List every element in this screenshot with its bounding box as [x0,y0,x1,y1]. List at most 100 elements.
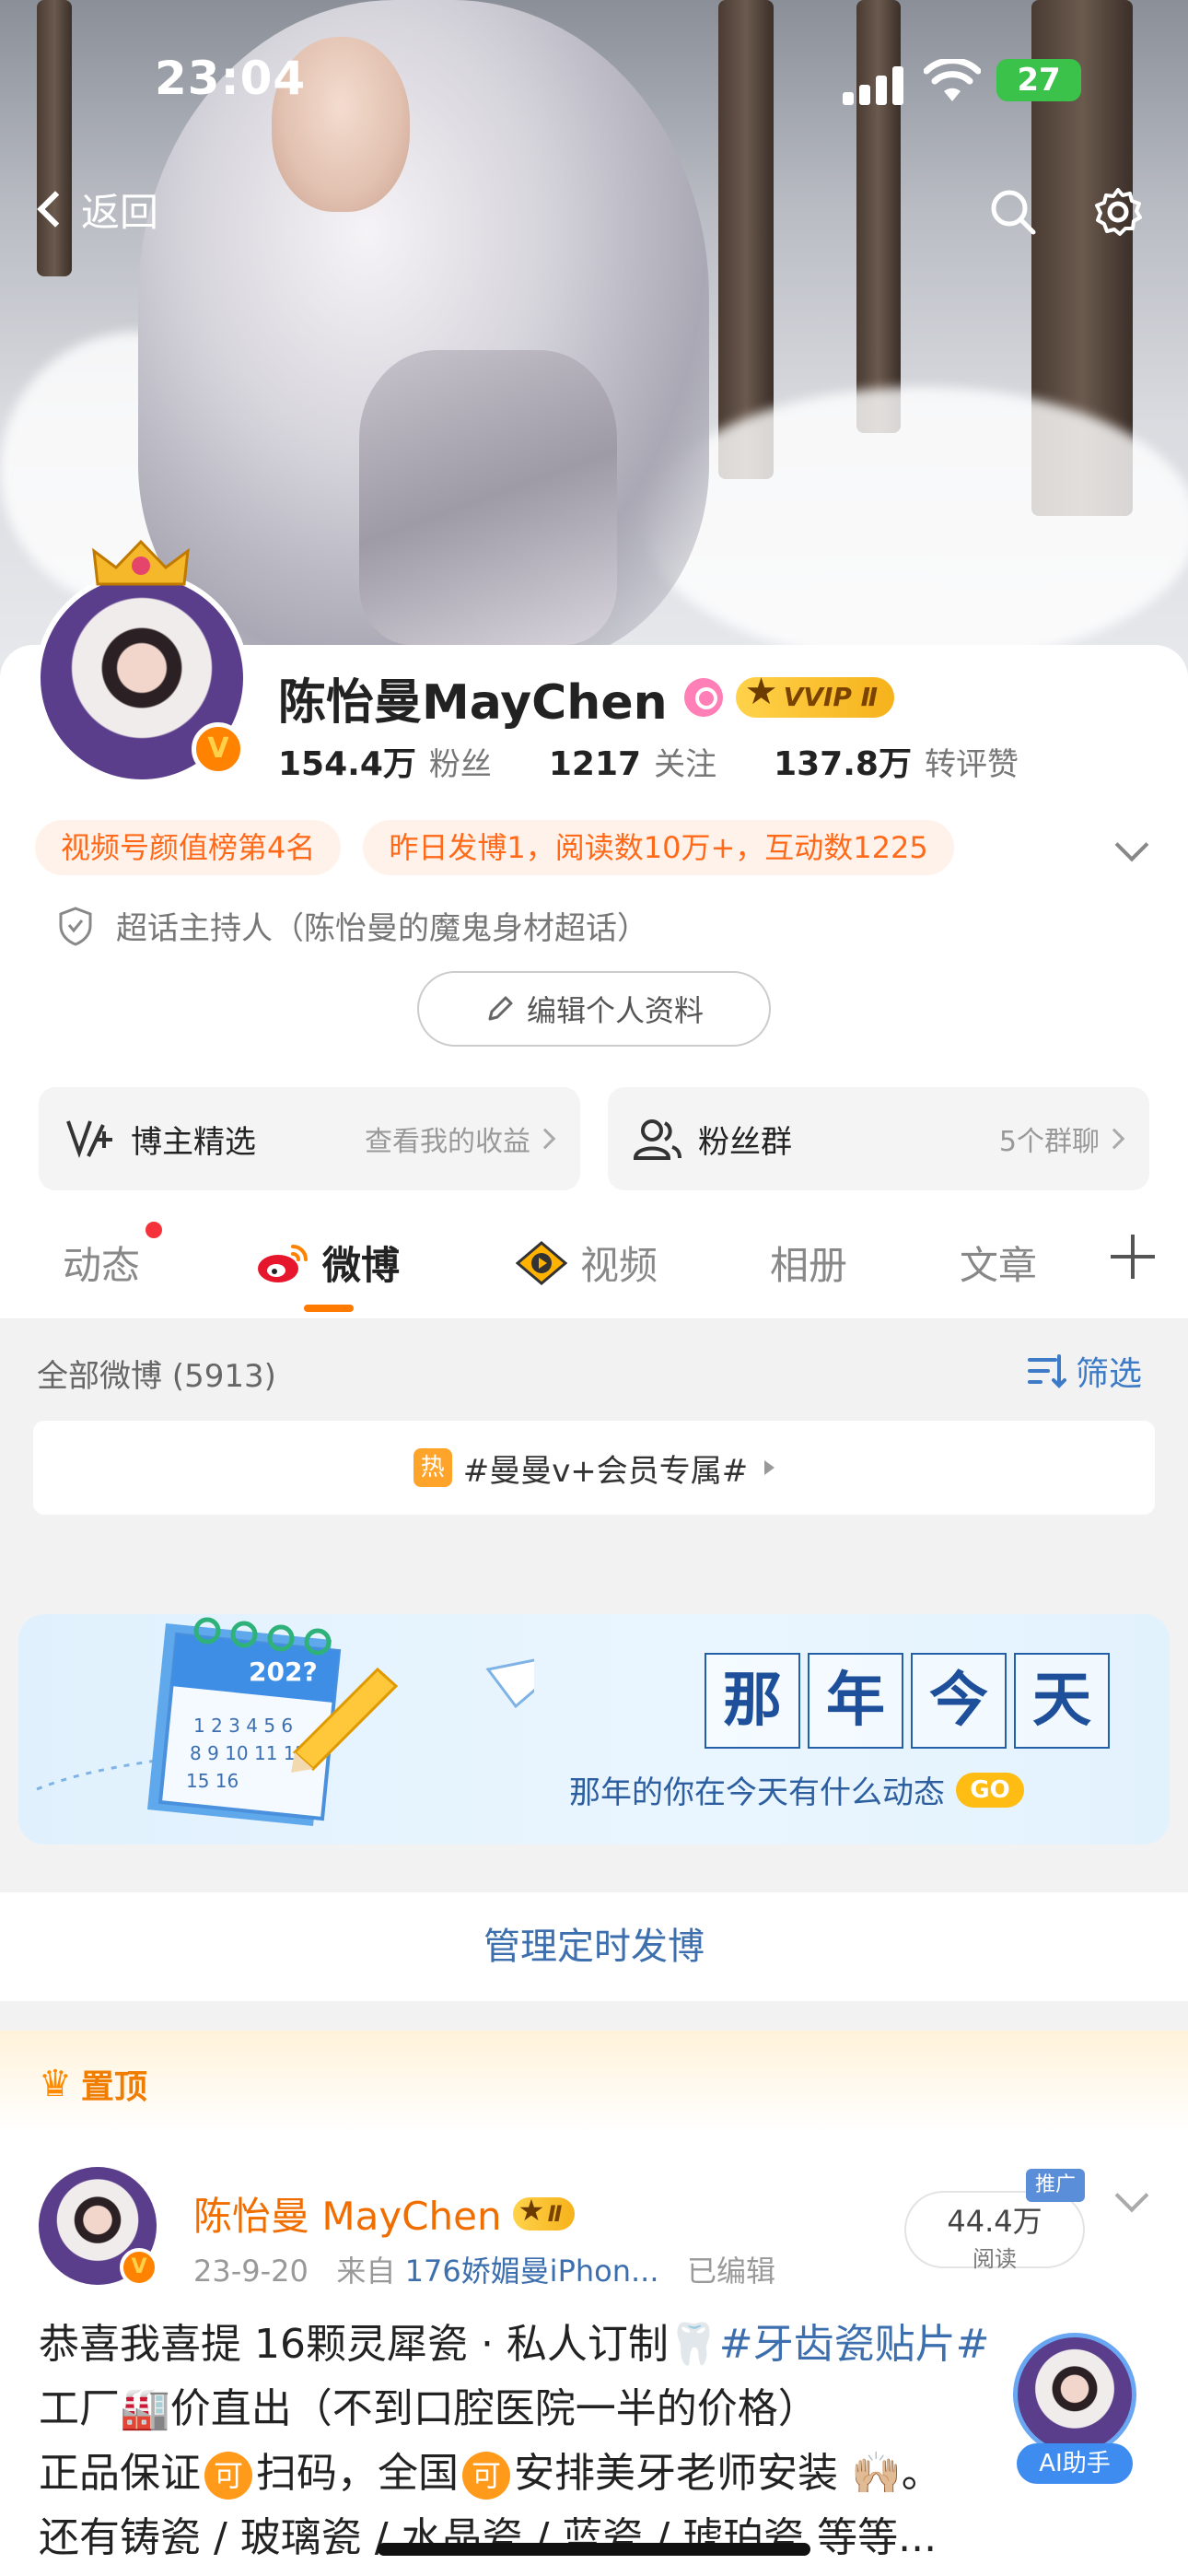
hot-topic-card[interactable]: 热 #曼曼v+会员专属# [33,1421,1155,1515]
back-button[interactable]: 返回 [28,177,158,241]
tab-video[interactable]: 视频 [516,1235,658,1291]
post-author[interactable]: 陈怡曼 MayChen Ⅱ [193,2185,576,2242]
fan-group-card[interactable]: 粉丝群 5个群聊 [608,1087,1149,1190]
edit-profile-button[interactable]: 编辑个人资料 [417,971,771,1047]
post-line: 还有铸瓷 / 玻璃瓷 / 水晶瓷 / 蓝瓷 / 琥珀瓷 等等... [39,2514,938,2561]
host-text: 超话主持人（陈怡曼的魔鬼身材超话） [116,910,648,947]
tab-album[interactable]: 相册 [770,1235,847,1291]
back-label: 返回 [81,189,159,235]
following-count[interactable]: 1217 [549,745,641,783]
pinned-post[interactable]: ♛ 置顶 V 陈怡曼 MayChen Ⅱ 23-9-20 来自 176娇媚曼iP… [0,2031,1188,2576]
post-line: 恭喜我喜提 16颗灵犀瓷 · 私人订制🦷#牙齿瓷贴片# [39,2313,1144,2377]
post-author-avatar[interactable]: V [39,2167,158,2287]
tab-video-label: 视频 [580,1243,658,1288]
tab-feed[interactable]: 动态 [63,1235,140,1291]
post-edited[interactable]: 已编辑 [687,2254,775,2289]
wifi-icon [924,59,981,101]
calendar-illustration: 202? 1 2 3 4 5 6 8 9 10 11 12 15 16 [36,1617,534,1826]
profile-avatar[interactable]: V [35,539,249,785]
title-char: 天 [1014,1653,1110,1749]
post-source[interactable]: 176娇媚曼iPhon... [405,2254,659,2289]
shield-icon [59,906,92,946]
vvip-badge[interactable]: VVIP Ⅱ [735,672,895,718]
subtitle-text: 那年的你在今天有什么动态 [569,1774,945,1811]
verified-badge: V [120,2248,158,2287]
likes-count: 137.8万 [774,745,912,783]
fans-sub: 5个群聊 [998,1126,1100,1158]
post-line: 正品保证可扫码，全国可安排美牙老师安装 🙌🏼。 [39,2441,1144,2506]
promote-badge[interactable]: 推广 [1026,2169,1086,2202]
hot-badge: 热 [413,1448,452,1487]
followers-count[interactable]: 154.4万 [278,737,416,785]
ai-assistant-label[interactable]: AI助手 [1017,2443,1133,2484]
search-button[interactable] [978,177,1048,247]
filter-icon [1028,1354,1066,1388]
group-icon [633,1119,681,1160]
active-tab-indicator [304,1305,354,1312]
ai-assistant-avatar[interactable] [1013,2333,1136,2456]
tab-articles[interactable]: 文章 [960,1235,1037,1291]
unread-dot [146,1222,162,1238]
svg-text:8 9 10 11 12: 8 9 10 11 12 [190,1742,307,1764]
status-bar: 23:04 27 [0,46,1188,120]
followers-label[interactable]: 粉丝 [429,739,492,784]
on-this-day-banner[interactable]: 202? 1 2 3 4 5 6 8 9 10 11 12 15 16 那 年 … [18,1614,1170,1844]
read-label: 阅读 [973,2246,1017,2272]
add-tab-icon[interactable] [1111,1235,1155,1279]
home-indicator [378,2543,810,2556]
search-icon [991,190,1036,235]
filter-button[interactable]: 筛选 [1028,1347,1142,1395]
triangle-right-icon [764,1460,775,1475]
tab-weibo-label: 微博 [322,1243,401,1288]
video-icon [516,1240,567,1285]
manage-scheduled-posts-button[interactable]: 管理定时发博 [0,1892,1188,2001]
cover-dress [359,350,617,645]
svg-text:1 2 3 4 5 6: 1 2 3 4 5 6 [193,1715,293,1737]
read-count-badge[interactable]: 44.4万 阅读 [904,2191,1085,2272]
post-author-name: 陈怡曼 MayChen [193,2194,502,2239]
title-char: 那 [705,1653,800,1749]
fan-club-icon[interactable] [683,678,723,717]
title-char: 年 [808,1653,903,1749]
profile-name-row: 陈怡曼MayChen VVIP Ⅱ [278,665,895,731]
post-content[interactable]: 恭喜我喜提 16颗灵犀瓷 · 私人订制🦷#牙齿瓷贴片# 工厂🏭价直出（不到口腔医… [39,2313,1144,2570]
chevron-right-icon [1103,1128,1125,1150]
post-text: 恭喜我喜提 16颗灵犀瓷 · 私人订制🦷 [39,2321,719,2368]
post-meta: 23-9-20 来自 176娇媚曼iPhon... 已编辑 [193,2248,775,2290]
coin-icon: 可 [204,2452,252,2500]
post-topic-link[interactable]: #牙齿瓷贴片# [719,2321,990,2368]
coin-icon: 可 [462,2452,510,2500]
pinned-label: ♛ 置顶 [39,2060,147,2108]
snow-ground [645,387,1188,663]
crown-small-icon: ♛ [39,2063,72,2105]
post-line: 工厂🏭价直出（不到口腔医院一半的价格） [39,2385,819,2432]
settings-button[interactable] [1083,177,1153,247]
title-char: 今 [911,1653,1007,1749]
tab-weibo[interactable]: 微博 [256,1235,400,1291]
battery-indicator: 27 [996,59,1081,101]
following-label[interactable]: 关注 [654,739,716,784]
filter-label: 筛选 [1076,1355,1143,1393]
ranking-tag[interactable]: 视频号颜值榜第4名 [35,820,342,875]
vip-badge: Ⅱ [512,2194,576,2231]
profile-tabs: 动态 微博 视频 相册 文章 [0,1207,1188,1319]
super-topic-host[interactable]: 超话主持人（陈怡曼的魔鬼身材超话） [57,903,648,948]
weibo-icon [258,1244,308,1282]
weibo-count: 全部微博 (5913) [37,1358,276,1395]
fans-title: 粉丝群 [698,1123,792,1161]
crown-icon [92,539,190,586]
profile-stats: 154.4万 粉丝 1217 关注 137.8万 转评赞 [278,737,1019,785]
chevron-down-icon[interactable] [1114,2178,1149,2213]
picks-sub: 查看我的收益 [365,1126,530,1158]
post-date: 23-9-20 [193,2254,309,2289]
post-text: 正品保证 [39,2450,201,2497]
blogger-picks-card[interactable]: 博主精选 查看我的收益 [39,1087,580,1190]
likes-label: 转评赞 [924,746,1019,783]
post-text: 扫码，全国 [256,2450,459,2497]
activity-tag[interactable]: 昨日发博1，阅读数10万+，互动数1225 [363,820,954,875]
feed-header: 全部微博 (5913) 筛选 [0,1319,1188,1421]
status-time: 23:04 [155,52,307,105]
go-button[interactable]: GO [956,1772,1024,1808]
verified-badge: V [192,722,245,776]
svg-text:15 16: 15 16 [186,1770,239,1792]
